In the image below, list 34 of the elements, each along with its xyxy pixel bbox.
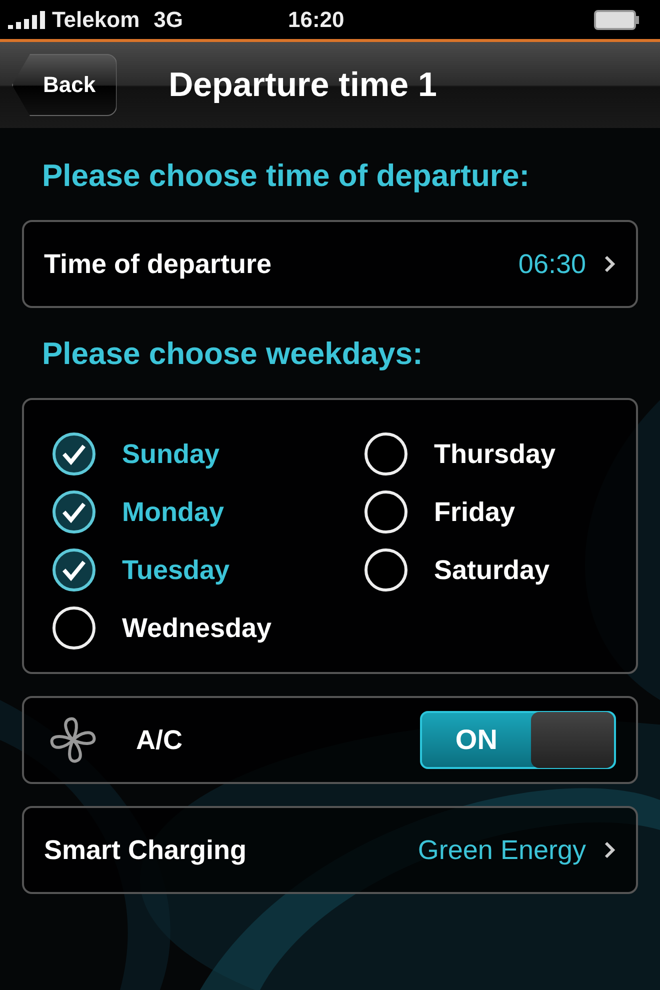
- battery-icon: [594, 10, 640, 30]
- section-heading: Please choose time of departure:: [41, 157, 531, 195]
- weekday-option[interactable]: Wednesday: [52, 599, 364, 657]
- weekday-label: Thursday: [434, 438, 556, 470]
- network-type: 3G: [154, 6, 183, 32]
- row-label: Smart Charging: [44, 834, 248, 866]
- weekday-option[interactable]: Saturday: [364, 541, 608, 599]
- weekday-label: Friday: [434, 496, 516, 528]
- row-value: Green Energy: [418, 834, 586, 866]
- signal-icon: [8, 10, 48, 28]
- weekday-option[interactable]: Friday: [364, 483, 608, 541]
- weekday-label: Tuesday: [122, 554, 230, 586]
- weekday-option[interactable]: Monday: [52, 483, 364, 541]
- weekday-label: Monday: [122, 496, 224, 528]
- row-label: Time of departure: [44, 248, 273, 280]
- chevron-icon: [604, 841, 616, 859]
- chevron-icon: [604, 255, 616, 273]
- weekday-option[interactable]: Tuesday: [52, 541, 364, 599]
- smart-charging-row[interactable]: Smart Charging Green Energy: [22, 806, 638, 894]
- clock: 16:20: [288, 6, 346, 32]
- weekday-label: Sunday: [122, 438, 220, 470]
- weekday-option[interactable]: Sunday: [52, 425, 364, 483]
- weekday-option[interactable]: Thursday: [364, 425, 608, 483]
- weekday-label: Saturday: [434, 554, 550, 586]
- row-value: 06:30: [518, 248, 586, 280]
- ac-toggle[interactable]: ON: [420, 711, 616, 769]
- row-label: A/C: [136, 724, 184, 756]
- fan-icon: [48, 715, 98, 765]
- section-heading: Please choose weekdays:: [41, 335, 424, 373]
- weekday-label: Wednesday: [122, 612, 272, 644]
- carrier-name: Telekom: [52, 6, 140, 32]
- back-button[interactable]: Back: [12, 54, 117, 116]
- screen-title: Departure time 1: [168, 66, 437, 104]
- time-row[interactable]: Time of departure 06:30: [22, 220, 638, 308]
